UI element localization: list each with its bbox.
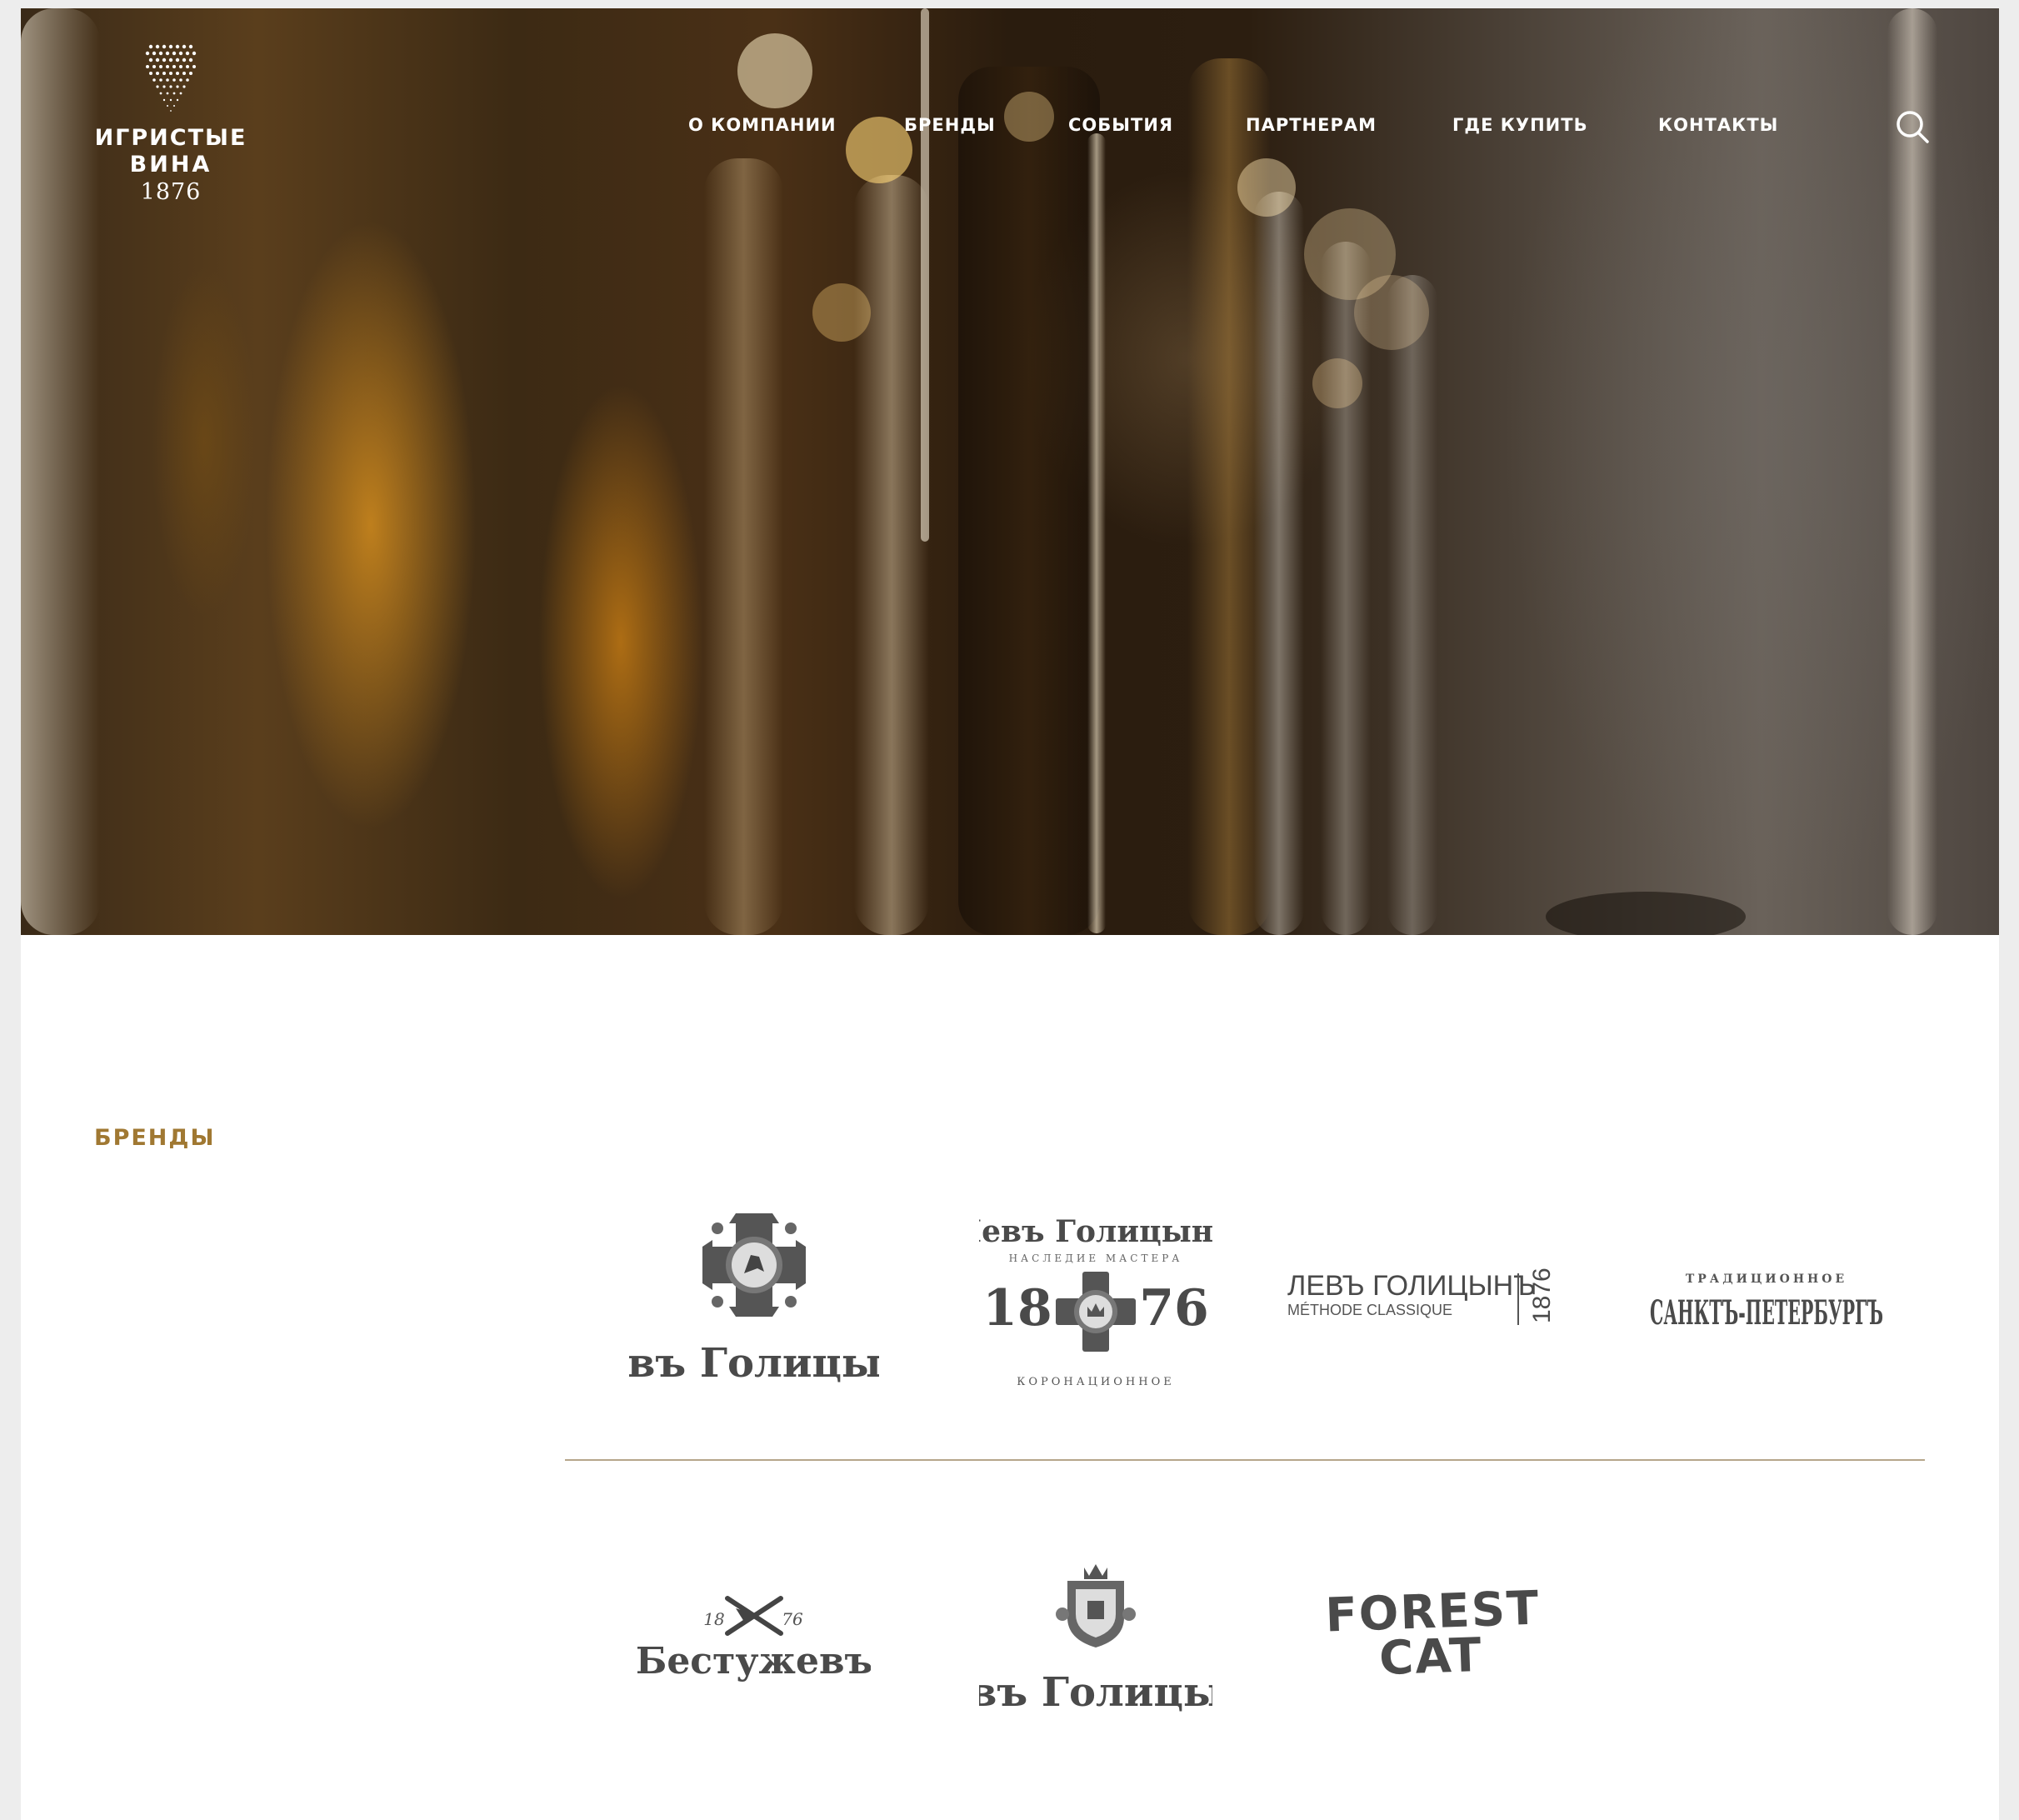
brand-3-year: 1876 — [1528, 1268, 1556, 1323]
crossed-swords-icon — [725, 1596, 783, 1636]
nav-item-about[interactable]: О КОМПАНИИ — [688, 115, 837, 135]
brand-2-top-label: Левъ Голицынъ — [979, 1214, 1212, 1249]
brand-5-year-left: 18 — [703, 1609, 724, 1629]
nav-item-brands[interactable]: БРЕНДЫ — [904, 115, 996, 135]
brand-4-top-label: ТРАДИЦИОННОЕ — [1686, 1272, 1847, 1286]
logo-title-line2: ВИНА — [129, 152, 212, 178]
brand-6-label: Левъ Голицынъ — [979, 1669, 1212, 1716]
brands-section-title: БРЕНДЫ — [94, 1125, 216, 1151]
brand-bestuzhev[interactable]: 18 76 Бестужевъ — [637, 1575, 871, 1692]
brand-7-line2: CAT — [1378, 1628, 1483, 1686]
brand-sankt-peterburg[interactable]: ТРАДИЦИОННОЕ САНКТЪ-ПЕТЕРБУРГЪ — [1642, 1254, 1892, 1346]
brands-divider — [565, 1459, 1925, 1461]
coat-of-arms-icon — [1056, 1564, 1136, 1648]
brand-forest-cat[interactable]: FOREST CAT — [1325, 1579, 1542, 1688]
logo-dots-icon — [145, 44, 197, 112]
brand-2-sub-label: НАСЛЕДИЕ МАСТЕРА — [1009, 1252, 1183, 1264]
brand-methode-classique[interactable]: ЛЕВЪ ГОЛИЦЫНЪ MÉTHODE CLASSIQUE 1876 — [1287, 1258, 1571, 1333]
brand-2-year-right: 76 — [1139, 1279, 1209, 1338]
brand-3-label: ЛЕВЪ ГОЛИЦЫНЪ — [1287, 1270, 1536, 1302]
page: ИГРИСТЫЕ ВИНА 1876 О КОМПАНИИ БРЕНДЫ СОБ… — [21, 8, 1999, 1820]
nav-item-where-to-buy[interactable]: ГДЕ КУПИТЬ — [1452, 115, 1588, 135]
brand-5-year-right: 76 — [782, 1609, 803, 1629]
search-icon — [1897, 111, 1929, 143]
logo-year: 1876 — [140, 179, 202, 205]
brand-lev-golitsyn[interactable]: Левъ Голицынъ — [629, 1200, 879, 1392]
brand-2-bottom-label: КОРОНАЦИОННОЕ — [1017, 1376, 1174, 1388]
brand-2-year-left: 18 — [982, 1279, 1052, 1338]
brand-4-label: САНКТЪ-ПЕТЕРБУРГЪ — [1650, 1293, 1883, 1332]
search-button[interactable] — [1890, 104, 1937, 151]
brand-lev-golitsyn-arms[interactable]: Левъ Голицынъ — [979, 1554, 1212, 1721]
hero-banner: ИГРИСТЫЕ ВИНА 1876 О КОМПАНИИ БРЕНДЫ СОБ… — [21, 8, 1999, 935]
brand-1-label: Левъ Голицынъ — [629, 1340, 879, 1387]
brand-3-sub-label: MÉTHODE CLASSIQUE — [1287, 1302, 1452, 1318]
nav-item-contacts[interactable]: КОНТАКТЫ — [1658, 115, 1778, 135]
main-nav: О КОМПАНИИ БРЕНДЫ СОБЫТИЯ ПАРТНЕРАМ ГДЕ … — [21, 115, 1999, 148]
brand-5-label: Бестужевъ — [637, 1640, 871, 1682]
coronation-cross-icon — [1056, 1272, 1136, 1352]
brand-coronation-1876[interactable]: Левъ Голицынъ НАСЛЕДИЕ МАСТЕРА 18 76 КОР… — [979, 1200, 1212, 1392]
nav-item-events[interactable]: СОБЫТИЯ — [1068, 115, 1173, 135]
cross-emblem-icon — [702, 1213, 806, 1317]
nav-item-partners[interactable]: ПАРТНЕРАМ — [1246, 115, 1377, 135]
